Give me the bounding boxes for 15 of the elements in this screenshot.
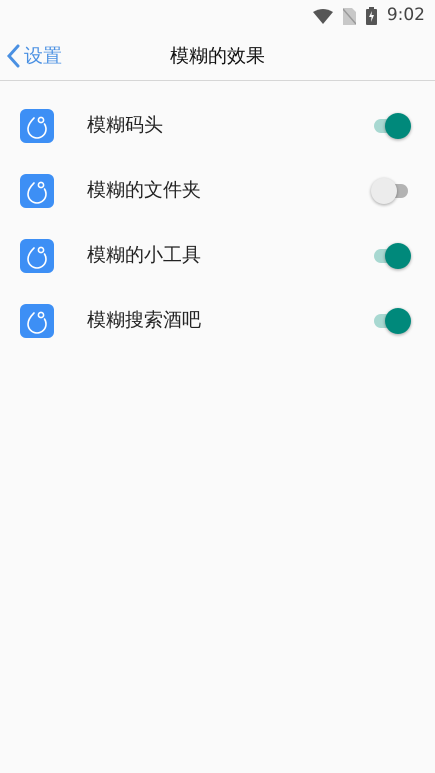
app-icon bbox=[20, 174, 54, 208]
app-icon bbox=[20, 108, 54, 142]
setting-label: 模糊搜索酒吧 bbox=[87, 308, 202, 334]
status-time: 9:02 bbox=[386, 4, 425, 28]
setting-label: 模糊的文件夹 bbox=[87, 178, 202, 204]
setting-label: 模糊的小工具 bbox=[87, 243, 202, 268]
back-button[interactable]: 设置 bbox=[0, 42, 62, 70]
app-icon bbox=[20, 304, 54, 338]
page-title: 模糊的效果 bbox=[170, 44, 265, 69]
wifi-icon bbox=[312, 8, 333, 24]
back-chevron-icon bbox=[6, 44, 20, 68]
battery-charging-icon bbox=[366, 7, 377, 25]
app-icon bbox=[20, 238, 54, 272]
setting-label: 模糊码头 bbox=[87, 113, 164, 138]
no-sim-icon bbox=[342, 8, 356, 24]
